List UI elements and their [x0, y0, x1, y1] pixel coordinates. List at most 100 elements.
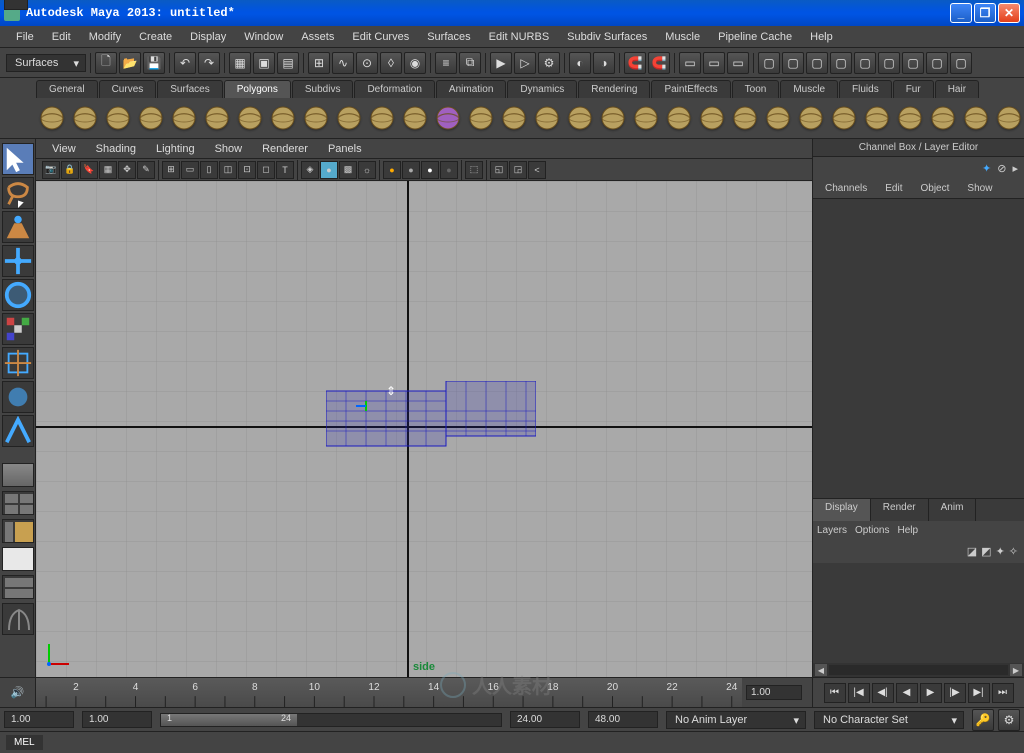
panel2-button[interactable]: ▢ [782, 52, 804, 74]
vt-xray[interactable]: ◱ [490, 161, 508, 179]
timeline-end-field[interactable] [746, 685, 802, 700]
shelf-quad-button[interactable] [663, 101, 694, 135]
range-end-field[interactable] [510, 711, 580, 728]
shelf-tab-hair[interactable]: Hair [935, 80, 979, 98]
go-to-end-button[interactable]: ⏭ [992, 683, 1014, 703]
magnet2-button[interactable]: 🧲 [648, 52, 670, 74]
layer-new-empty-icon[interactable]: ✦ [996, 545, 1005, 558]
auto-key-button[interactable]: 🔑 [972, 709, 994, 731]
shelf-append-button[interactable] [498, 101, 529, 135]
shelf-tab-fur[interactable]: Fur [893, 80, 934, 98]
shelf-sculpt-button[interactable] [894, 101, 925, 135]
magnet-button[interactable]: 🧲 [624, 52, 646, 74]
menu-surfaces[interactable]: Surfaces [419, 29, 478, 45]
menu-display[interactable]: Display [182, 29, 234, 45]
shelf-extrude-button[interactable] [762, 101, 793, 135]
b-button[interactable]: ▭ [703, 52, 725, 74]
history-on-button[interactable]: ⧉ [459, 52, 481, 74]
open-scene-button[interactable]: 📂 [119, 52, 141, 74]
play-forward-button[interactable]: ▶ [920, 683, 942, 703]
menu-modify[interactable]: Modify [81, 29, 129, 45]
panel1-button[interactable]: ▢ [758, 52, 780, 74]
shelf-crease-button[interactable] [861, 101, 892, 135]
scale-tool[interactable] [2, 313, 34, 345]
select-hierarchy-button[interactable]: ▦ [229, 52, 251, 74]
shelf-platonic-button[interactable] [399, 101, 430, 135]
lasso-tool[interactable] [2, 177, 34, 209]
c-button[interactable]: ▭ [727, 52, 749, 74]
rotate-tool[interactable] [2, 279, 34, 311]
shelf-pyramid-button[interactable] [267, 101, 298, 135]
layout-four[interactable] [2, 491, 34, 515]
universal-manip-tool[interactable] [2, 347, 34, 379]
vt-wireframe[interactable]: ◈ [301, 161, 319, 179]
vt-camera-lock[interactable]: 🔒 [61, 161, 79, 179]
shelf-planar-map-button[interactable] [927, 101, 958, 135]
step-back-button[interactable]: ◀| [872, 683, 894, 703]
shelf-combine-button[interactable] [531, 101, 562, 135]
vt-screen-space-ao[interactable]: < [528, 161, 546, 179]
step-forward-button[interactable]: |▶ [944, 683, 966, 703]
shelf-cyl-map-button[interactable] [960, 101, 991, 135]
paint-select-tool[interactable] [2, 211, 34, 243]
layer-move-down-icon[interactable]: ◩ [981, 545, 991, 558]
shelf-type-button[interactable] [465, 101, 496, 135]
vt-xray-joints[interactable]: ◲ [509, 161, 527, 179]
shelf-tab-polygons[interactable]: Polygons [224, 80, 291, 98]
vt-safe-title[interactable]: T [276, 161, 294, 179]
menu-subdiv-surfaces[interactable]: Subdiv Surfaces [559, 29, 655, 45]
vt-grease[interactable]: ✎ [137, 161, 155, 179]
layer-menu-help[interactable]: Help [897, 525, 918, 536]
channel-menu-object[interactable]: Object [913, 181, 958, 196]
menu-file[interactable]: File [8, 29, 42, 45]
shelf-tab-general[interactable]: General [36, 80, 98, 98]
shelf-pipe-button[interactable] [300, 101, 331, 135]
maximize-button[interactable]: ❐ [974, 3, 996, 23]
panel8-button[interactable]: ▢ [926, 52, 948, 74]
shelf-tab-dynamics[interactable]: Dynamics [507, 80, 577, 98]
shelf-cylinder-button[interactable] [102, 101, 133, 135]
viewport-menu-panels[interactable]: Panels [320, 142, 370, 156]
layout-single[interactable] [2, 463, 34, 487]
shelf-bridge-button[interactable] [795, 101, 826, 135]
shelf-split-button[interactable] [564, 101, 595, 135]
prefs-button[interactable]: ⚙ [998, 709, 1020, 731]
range-slider[interactable]: 1 24 [160, 713, 502, 727]
close-button[interactable]: ✕ [998, 3, 1020, 23]
panel4-button[interactable]: ▢ [830, 52, 852, 74]
shelf-plane-button[interactable] [168, 101, 199, 135]
input-construct-button[interactable]: ◐ [569, 52, 591, 74]
vt-light-off[interactable]: ● [383, 161, 401, 179]
panel7-button[interactable]: ▢ [902, 52, 924, 74]
vt-textured[interactable]: ▩ [339, 161, 357, 179]
shelf-tab-fluids[interactable]: Fluids [839, 80, 892, 98]
vt-grid[interactable]: ⊞ [162, 161, 180, 179]
vt-safe-action[interactable]: ◻ [257, 161, 275, 179]
vt-camera-select[interactable]: 📷 [42, 161, 60, 179]
shelf-cube-button[interactable] [69, 101, 100, 135]
shelf-cone-button[interactable] [135, 101, 166, 135]
render-settings-button[interactable]: ⚙ [538, 52, 560, 74]
layout-persp-outliner[interactable] [2, 519, 34, 543]
panel5-button[interactable]: ▢ [854, 52, 876, 74]
shelf-extract-button[interactable] [597, 101, 628, 135]
anim-layer-dropdown[interactable]: No Anim Layer [666, 711, 806, 729]
range-start-field[interactable] [82, 711, 152, 728]
select-object-button[interactable]: ▣ [253, 52, 275, 74]
shelf-sphere-map-button[interactable] [993, 101, 1024, 135]
menu-edit[interactable]: Edit [44, 29, 79, 45]
scroll-right-button[interactable]: ▶ [1010, 664, 1022, 676]
render-button[interactable]: ▶ [490, 52, 512, 74]
layer-tab-anim[interactable]: Anim [929, 499, 977, 521]
layer-tab-render[interactable]: Render [871, 499, 929, 521]
shelf-helix-button[interactable] [333, 101, 364, 135]
vt-field-chart[interactable]: ⊡ [238, 161, 256, 179]
vt-shadows[interactable]: ● [440, 161, 458, 179]
snap-grid-button[interactable]: ⊞ [308, 52, 330, 74]
layer-move-up-icon[interactable]: ◪ [967, 545, 977, 558]
shelf-tab-curves[interactable]: Curves [99, 80, 157, 98]
menu-edit-curves[interactable]: Edit Curves [344, 29, 417, 45]
options-icon[interactable]: ▸ [1012, 162, 1018, 175]
layer-menu-options[interactable]: Options [855, 525, 889, 536]
vt-bookmarks[interactable]: 🔖 [80, 161, 98, 179]
